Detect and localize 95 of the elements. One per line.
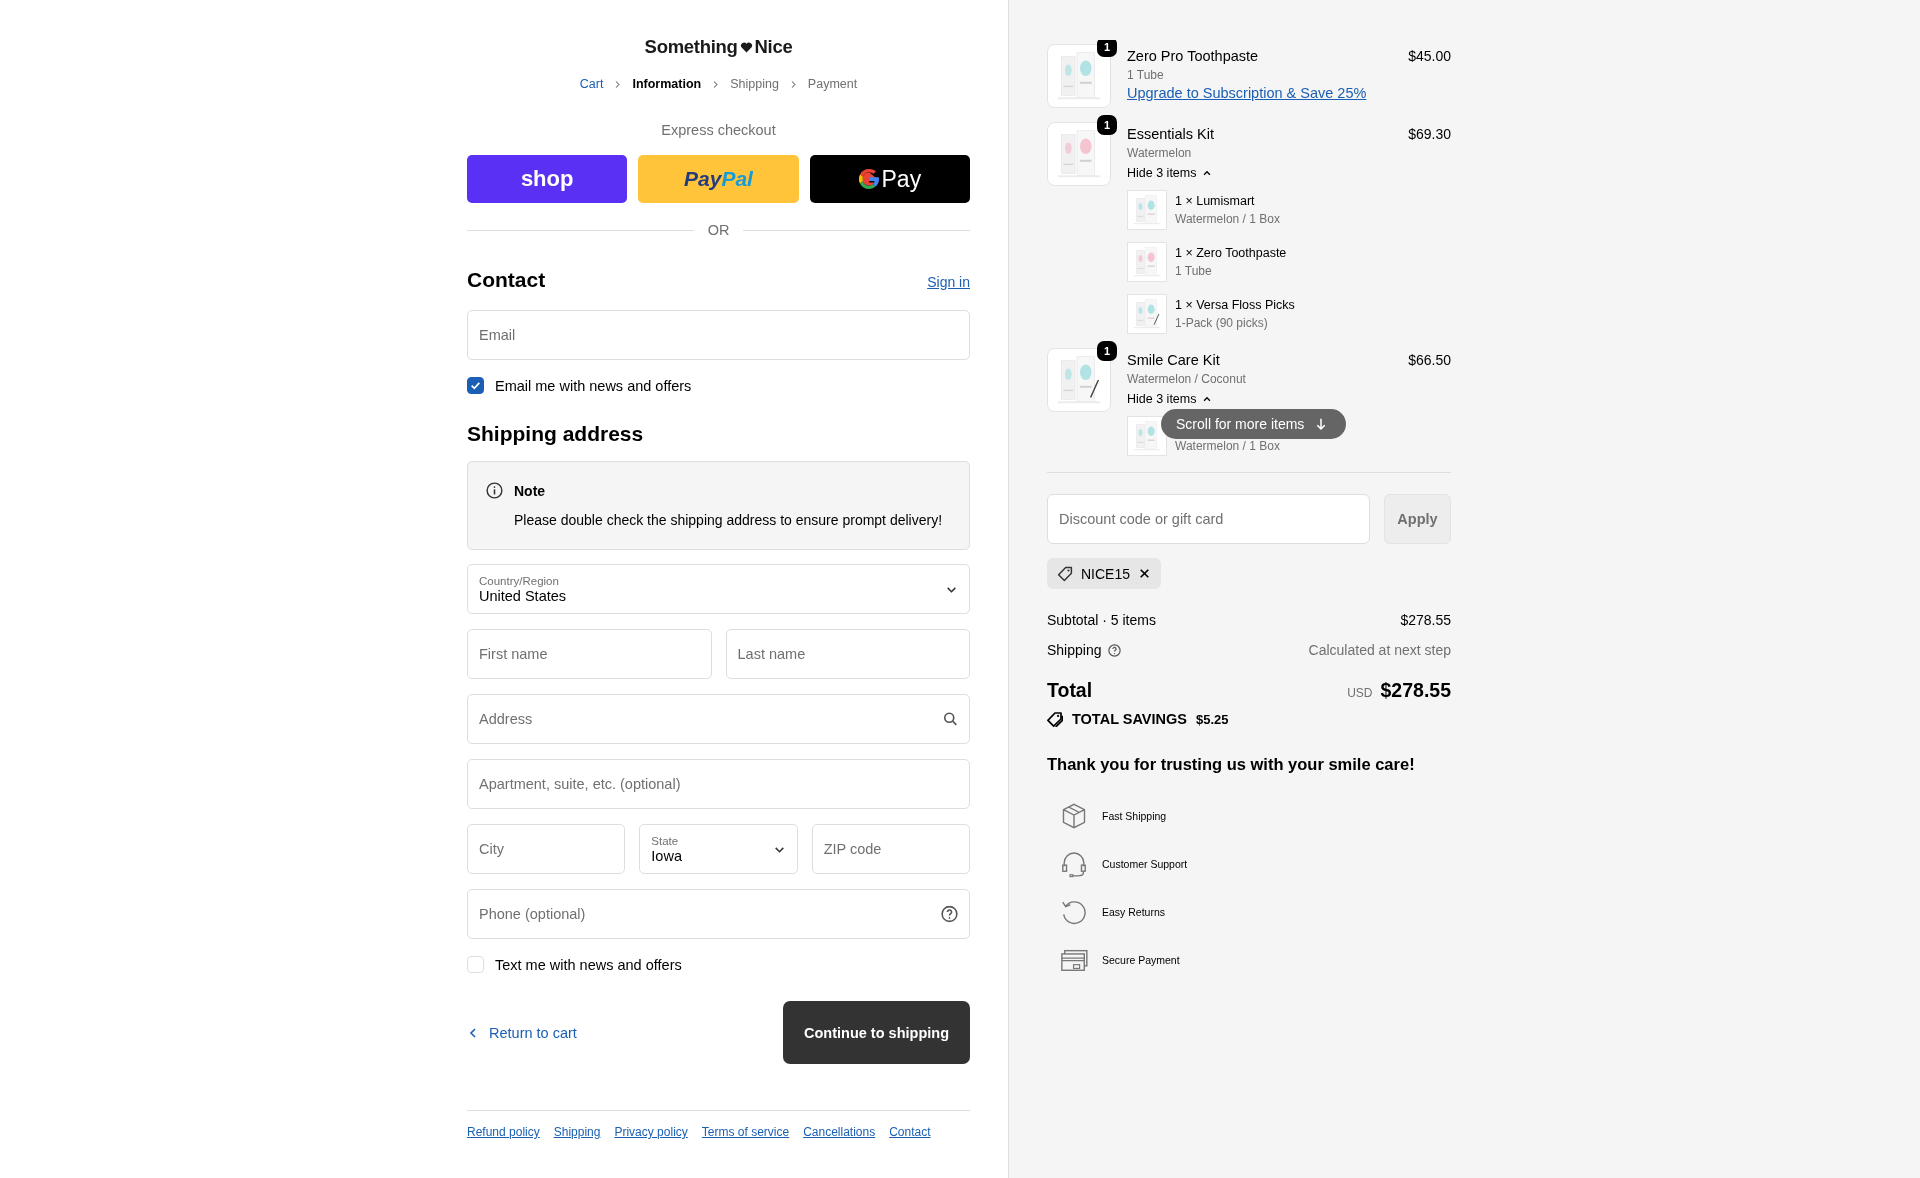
footer-link[interactable]: Privacy policy [614, 1125, 688, 1139]
chevron-icon [613, 79, 623, 89]
summary-label: Subtotal · 5 items [1047, 612, 1156, 628]
chevron-icon [711, 79, 721, 89]
footer-link[interactable]: Refund policy [467, 1125, 540, 1139]
input-field[interactable]: Apartment, suite, etc. (optional) [467, 759, 970, 809]
bundle-item-variant: Watermelon / 1 Box [1175, 212, 1280, 226]
g-logo-icon [858, 169, 879, 189]
section-label: Express checkout [660, 122, 777, 138]
bundle-item-name: 1 × Zero Toothpaste [1175, 246, 1287, 260]
input-field[interactable]: First name [467, 629, 712, 679]
sign-in-link[interactable]: Sign in [927, 274, 970, 290]
section-heading: Shipping address [467, 422, 644, 446]
heart-icon [739, 40, 753, 54]
divider-label: OR [707, 222, 730, 238]
headset-icon [1060, 850, 1088, 878]
info-icon [486, 482, 503, 499]
savings-label: TOTAL SAVINGS [1072, 711, 1187, 727]
section-heading: Contact [467, 268, 546, 292]
discount-field[interactable]: Discount code or gift card [1047, 494, 1370, 544]
shop-pay-button[interactable]: shop [467, 155, 628, 203]
thank-you-message: Thank you for trusting us with your smile care! [1047, 755, 1416, 774]
return-icon [1060, 898, 1088, 926]
toggle-link[interactable]: Hide 3 items [1127, 166, 1213, 180]
footer-link[interactable]: Contact [889, 1125, 931, 1139]
product-name: Zero Pro Toothpaste [1127, 48, 1260, 64]
feature-label: Easy Returns [1102, 906, 1166, 918]
chevron-left-icon [467, 1026, 479, 1039]
caret-icon [1202, 168, 1213, 178]
apply-button[interactable]: Apply [1384, 494, 1451, 544]
note-text: Please double check the shipping address to ensure prompt delivery! [514, 512, 944, 528]
checkbox-label: Text me with news and offers [495, 956, 682, 973]
savings-amount: $5.25 [1195, 711, 1229, 727]
quantity-badge: 1 [1097, 115, 1117, 135]
breadcrumb-item: Information [632, 77, 702, 91]
product-variant: 1 Tube [1127, 68, 1165, 82]
discount-code: NICE15 [1081, 565, 1131, 582]
quantity-badge: 1 [1097, 40, 1117, 57]
checkbox[interactable] [467, 377, 484, 394]
bundle-item-variant: 1-Pack (90 picks) [1175, 316, 1269, 330]
product-variant: Watermelon / Coconut [1127, 372, 1247, 386]
return-link[interactable]: Return to cart [467, 1024, 577, 1041]
bundle-item-name: 1 × Versa Floss Picks [1175, 298, 1295, 312]
product-price: $45.00 [1408, 48, 1451, 66]
search-icon [943, 711, 958, 727]
feature-label: Secure Payment [1102, 954, 1180, 966]
logo-text: Nice [754, 36, 793, 58]
breadcrumb-item: Payment [807, 77, 858, 91]
close-icon[interactable] [1138, 567, 1152, 580]
bundle-item-name: 1 × Lumismart [1175, 194, 1256, 208]
input-field[interactable]: Address [467, 694, 970, 744]
product-name: Smile Care Kit [1127, 352, 1221, 368]
footer-link[interactable]: Cancellations [803, 1125, 876, 1139]
bundle-item-variant: 1 Tube [1175, 264, 1213, 278]
summary-value: $278.55 [1400, 612, 1451, 628]
product-variant: Watermelon [1127, 146, 1193, 160]
upgrade-link[interactable]: Upgrade to Subscription & Save 25% [1127, 85, 1367, 101]
breadcrumb-item[interactable]: Cart [579, 77, 604, 91]
caret-icon [1202, 394, 1213, 404]
input-field[interactable]: ZIP code [811, 824, 970, 874]
select-field[interactable]: Country/Region United States [467, 564, 970, 614]
quantity-badge: 1 [1097, 341, 1117, 361]
product-name: Essentials Kit [1127, 126, 1216, 142]
scroll-hint[interactable]: Scroll for more items [1161, 409, 1347, 439]
tags-icon [1047, 711, 1063, 727]
input-field[interactable]: Last name [725, 629, 970, 679]
email-field[interactable]: Email [467, 310, 970, 360]
select-field[interactable]: State Iowa [639, 824, 798, 874]
tag-icon [1057, 565, 1073, 582]
total-label: Total [1047, 679, 1093, 702]
footer-link[interactable]: Shipping [553, 1125, 601, 1139]
feature-label: Customer Support [1102, 858, 1188, 870]
help-icon [941, 905, 958, 923]
input-field[interactable]: City [467, 824, 626, 874]
check-icon [469, 379, 482, 392]
product-price: $66.50 [1408, 352, 1451, 370]
bundle-item-variant: Watermelon / 1 Box [1175, 438, 1280, 453]
google-pay-button[interactable]: Pay [809, 155, 970, 203]
footer-link[interactable]: Terms of service [701, 1125, 790, 1139]
continue-button[interactable]: Continue to shipping [783, 1001, 970, 1064]
checkbox-label: Email me with news and offers [495, 377, 692, 394]
summary-label: Shipping [1047, 642, 1102, 658]
note-title: Note [514, 482, 547, 499]
paypal-button[interactable]: PayPal [638, 155, 799, 203]
summary-value: Calculated at next step [1308, 642, 1451, 658]
total-amount: $278.55 [1380, 679, 1451, 702]
logo-text: Something [644, 36, 738, 58]
box-icon [1060, 802, 1088, 830]
input-field[interactable]: Phone (optional) [467, 889, 970, 939]
product-price: $69.30 [1408, 126, 1451, 144]
help-icon [1107, 643, 1121, 657]
currency-code: USD [1347, 686, 1373, 700]
toggle-link[interactable]: Hide 3 items [1127, 392, 1213, 406]
feature-label: Fast Shipping [1102, 810, 1167, 822]
breadcrumb-item: Shipping [730, 77, 779, 91]
